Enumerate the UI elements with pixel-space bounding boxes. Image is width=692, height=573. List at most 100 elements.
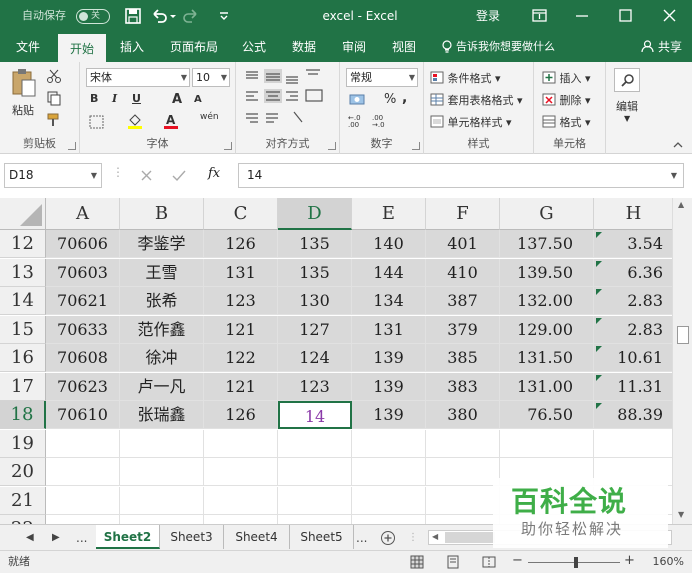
cell[interactable] — [352, 429, 426, 458]
cell[interactable] — [278, 515, 352, 524]
cell[interactable]: 122 — [204, 344, 278, 372]
row-header[interactable]: 15 — [0, 315, 46, 344]
tab-view[interactable]: 视图 — [382, 32, 426, 62]
cell[interactable]: 70606 — [46, 230, 120, 258]
cell[interactable]: 范作鑫 — [120, 315, 204, 344]
tab-page-layout[interactable]: 页面布局 — [164, 32, 224, 62]
cell[interactable]: 2.83 — [594, 287, 672, 315]
cell[interactable] — [204, 458, 278, 486]
cell[interactable] — [120, 486, 204, 515]
cell[interactable]: 李鉴学 — [120, 230, 204, 258]
cell[interactable]: 379 — [426, 315, 500, 344]
page-layout-view-icon[interactable] — [446, 555, 460, 569]
tab-insert[interactable]: 插入 — [110, 32, 154, 62]
paste-icon[interactable] — [10, 68, 38, 98]
customize-toolbar-icon[interactable] — [218, 7, 230, 25]
cell[interactable]: 70603 — [46, 258, 120, 287]
prev-sheet-icon[interactable]: ◀ — [26, 525, 34, 551]
cell[interactable]: 137.50 — [500, 230, 594, 258]
sheets-more-left[interactable]: ... — [76, 525, 87, 551]
format-as-table-button[interactable]: 套用表格格式 ▾ — [430, 92, 523, 108]
cell[interactable] — [594, 430, 672, 458]
font-name-select[interactable]: 宋体 ▼ — [86, 68, 190, 87]
currency-icon[interactable] — [348, 92, 370, 108]
insert-cells-button[interactable]: 插入 ▾ — [542, 70, 591, 86]
cell[interactable]: 6.36 — [594, 258, 672, 287]
number-launcher-icon[interactable] — [412, 142, 420, 150]
column-header-f[interactable]: F — [426, 198, 500, 230]
cell[interactable]: 144 — [352, 258, 426, 287]
insert-function-button[interactable]: fx — [208, 166, 220, 181]
maximize-icon[interactable] — [604, 0, 648, 32]
cell[interactable] — [204, 486, 278, 515]
cell-styles-button[interactable]: 单元格样式 ▾ — [430, 114, 512, 130]
save-icon[interactable] — [124, 7, 142, 25]
tab-review[interactable]: 审阅 — [332, 32, 376, 62]
cell[interactable]: 126 — [204, 401, 278, 429]
chevron-down-icon[interactable]: ▼ — [671, 164, 677, 187]
format-painter-icon[interactable] — [46, 112, 62, 128]
cell[interactable] — [204, 429, 278, 458]
enter-icon[interactable] — [172, 169, 186, 182]
row-header[interactable]: 12 — [0, 230, 46, 258]
cell[interactable]: 385 — [426, 344, 500, 372]
cell[interactable]: 131.50 — [500, 344, 594, 372]
cell[interactable] — [46, 515, 120, 524]
cancel-icon[interactable] — [140, 169, 153, 182]
cell[interactable] — [46, 458, 120, 486]
scroll-down-icon[interactable]: ▼ — [678, 510, 684, 519]
font-size-select[interactable]: 10 ▼ — [192, 68, 230, 87]
bold-button[interactable]: B — [90, 92, 98, 105]
login-button[interactable]: 登录 — [476, 0, 500, 32]
active-cell[interactable]: 14 — [278, 401, 352, 429]
cell[interactable]: 3.54 — [594, 230, 672, 258]
zoom-out-icon[interactable]: − — [512, 553, 523, 568]
cell[interactable] — [426, 486, 500, 515]
sheet-tab-sheet3[interactable]: Sheet3 — [160, 525, 224, 549]
add-sheet-icon[interactable] — [380, 530, 396, 546]
cell[interactable]: 2.83 — [594, 315, 672, 344]
comma-button[interactable]: , — [402, 90, 407, 106]
scroll-thumb[interactable] — [677, 326, 689, 344]
decrease-font-button[interactable]: A — [194, 94, 202, 105]
decimal-icons[interactable]: ←.0.00.00→.0 — [348, 112, 396, 128]
row-header[interactable]: 17 — [0, 372, 46, 401]
alignment-launcher-icon[interactable] — [328, 142, 336, 150]
conditional-format-button[interactable]: 条件格式 ▾ — [430, 70, 501, 86]
cell[interactable]: 132.00 — [500, 287, 594, 315]
share-button[interactable]: 共享 — [641, 32, 682, 62]
cell[interactable]: 139 — [352, 401, 426, 429]
tab-file[interactable]: 文件 — [6, 32, 50, 62]
cell[interactable]: 383 — [426, 372, 500, 401]
cell[interactable]: 70623 — [46, 372, 120, 401]
cell[interactable]: 张希 — [120, 287, 204, 315]
cell[interactable]: 134 — [352, 287, 426, 315]
cell[interactable] — [46, 486, 120, 515]
cell[interactable] — [278, 458, 352, 486]
cell[interactable]: 70608 — [46, 344, 120, 372]
number-format-select[interactable]: 常规 ▼ — [346, 68, 418, 87]
next-sheet-icon[interactable]: ▶ — [52, 525, 60, 551]
cell[interactable]: 130 — [278, 287, 352, 315]
column-header-c[interactable]: C — [204, 198, 278, 230]
cell[interactable]: 10.61 — [594, 344, 672, 372]
editing-button[interactable] — [614, 68, 640, 92]
row-header[interactable]: 19 — [0, 429, 46, 458]
delete-cells-button[interactable]: 删除 ▾ — [542, 92, 591, 108]
cell[interactable] — [120, 515, 204, 524]
cell[interactable] — [426, 515, 500, 524]
collapse-ribbon-icon[interactable] — [672, 140, 684, 150]
increase-font-button[interactable]: A — [172, 92, 182, 107]
cell[interactable]: 121 — [204, 372, 278, 401]
cell[interactable] — [500, 429, 594, 458]
sheets-more-right[interactable]: ... — [356, 525, 367, 551]
scroll-up-icon[interactable]: ▲ — [678, 200, 684, 209]
select-all-corner[interactable] — [0, 198, 46, 230]
underline-button[interactable]: U — [132, 92, 141, 105]
cell[interactable] — [46, 429, 120, 458]
row-header[interactable]: 13 — [0, 258, 46, 287]
cell[interactable]: 127 — [278, 315, 352, 344]
cell[interactable] — [352, 458, 426, 486]
cell[interactable]: 王雪 — [120, 258, 204, 287]
close-icon[interactable] — [648, 0, 692, 32]
